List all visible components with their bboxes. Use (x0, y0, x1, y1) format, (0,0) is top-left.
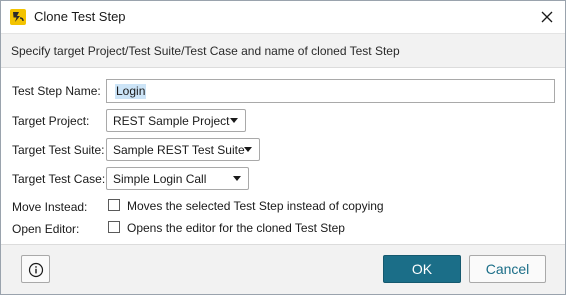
clone-test-step-dialog: Clone Test Step Specify target Project/T… (0, 0, 566, 295)
chevron-down-icon (244, 147, 252, 152)
step-name-input[interactable]: Login (106, 79, 555, 103)
ok-button[interactable]: OK (383, 255, 461, 283)
chevron-down-icon (230, 118, 238, 123)
open-editor-checkbox[interactable] (108, 221, 120, 233)
close-icon (541, 11, 553, 23)
target-case-select[interactable]: Simple Login Call (106, 167, 249, 190)
readyapi-bolt-icon (10, 9, 26, 25)
title-bar: Clone Test Step (1, 1, 565, 33)
target-case-label: Target Test Case: (12, 172, 106, 186)
target-case-value: Simple Login Call (113, 172, 207, 186)
target-suite-select[interactable]: Sample REST Test Suite (106, 138, 260, 161)
target-suite-label: Target Test Suite: (12, 143, 105, 157)
target-suite-value: Sample REST Test Suite (113, 143, 245, 157)
chevron-down-icon (233, 176, 241, 181)
target-project-value: REST Sample Project (113, 114, 230, 128)
step-name-value: Login (115, 84, 147, 99)
open-editor-label: Open Editor: (12, 222, 80, 236)
move-instead-checkbox-label[interactable]: Moves the selected Test Step instead of … (127, 199, 384, 213)
instruction-banner: Specify target Project/Test Suite/Test C… (1, 33, 565, 68)
info-button[interactable] (21, 255, 50, 283)
move-instead-checkbox[interactable] (108, 199, 120, 211)
instruction-text: Specify target Project/Test Suite/Test C… (11, 44, 400, 58)
cancel-button[interactable]: Cancel (469, 255, 546, 283)
info-icon (28, 262, 44, 278)
close-button[interactable] (537, 7, 557, 27)
move-instead-label: Move Instead: (12, 200, 88, 214)
target-project-select[interactable]: REST Sample Project (106, 109, 246, 132)
step-name-label: Test Step Name: (12, 84, 101, 98)
dialog-title: Clone Test Step (34, 9, 126, 24)
open-editor-checkbox-label[interactable]: Opens the editor for the cloned Test Ste… (127, 221, 345, 235)
target-project-label: Target Project: (12, 114, 90, 128)
